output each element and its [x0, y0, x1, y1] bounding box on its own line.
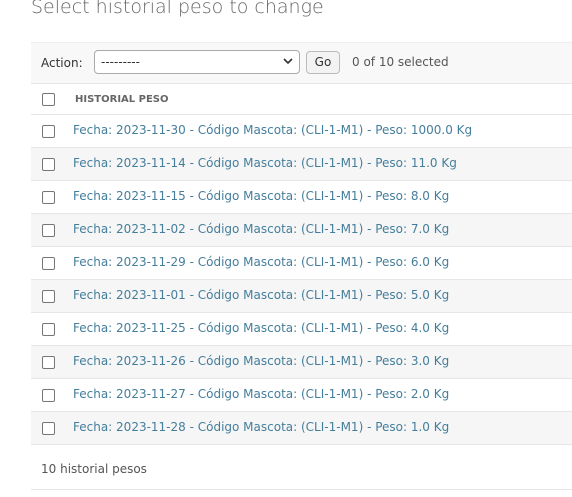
- page-title: Select historial peso to change: [31, 0, 324, 18]
- chevron-down-icon: [283, 58, 293, 65]
- table-row: Fecha: 2023-11-27 - Código Mascota: (CLI…: [31, 379, 572, 412]
- table-row: Fecha: 2023-11-14 - Código Mascota: (CLI…: [31, 148, 572, 181]
- row-link[interactable]: Fecha: 2023-11-02 - Código Mascota: (CLI…: [73, 222, 449, 236]
- table-row: Fecha: 2023-11-30 - Código Mascota: (CLI…: [31, 115, 572, 148]
- row-checkbox[interactable]: [42, 389, 55, 402]
- action-select[interactable]: ---------: [94, 50, 300, 74]
- table-row: Fecha: 2023-11-25 - Código Mascota: (CLI…: [31, 313, 572, 346]
- action-label: Action:: [41, 56, 83, 70]
- table-row: Fecha: 2023-11-02 - Código Mascota: (CLI…: [31, 214, 572, 247]
- changelist-page: Select historial peso to change Action: …: [0, 0, 572, 497]
- row-checkbox[interactable]: [42, 224, 55, 237]
- row-checkbox[interactable]: [42, 422, 55, 435]
- row-link[interactable]: Fecha: 2023-11-01 - Código Mascota: (CLI…: [73, 288, 449, 302]
- table-row: Fecha: 2023-11-28 - Código Mascota: (CLI…: [31, 412, 572, 445]
- row-link[interactable]: Fecha: 2023-11-25 - Código Mascota: (CLI…: [73, 321, 449, 335]
- table-row: Fecha: 2023-11-26 - Código Mascota: (CLI…: [31, 346, 572, 379]
- table-row: Fecha: 2023-11-29 - Código Mascota: (CLI…: [31, 247, 572, 280]
- row-checkbox[interactable]: [42, 191, 55, 204]
- actions-bar: Action: --------- Go 0 of 10 selected: [31, 42, 572, 83]
- selected-count: 0 of 10 selected: [352, 55, 449, 69]
- row-checkbox[interactable]: [42, 158, 55, 171]
- action-select-value: ---------: [101, 55, 140, 69]
- column-header-historial-peso[interactable]: HISTORIAL PESO: [75, 94, 169, 105]
- row-link[interactable]: Fecha: 2023-11-30 - Código Mascota: (CLI…: [73, 123, 472, 137]
- row-link[interactable]: Fecha: 2023-11-29 - Código Mascota: (CLI…: [73, 255, 449, 269]
- row-link[interactable]: Fecha: 2023-11-27 - Código Mascota: (CLI…: [73, 387, 449, 401]
- row-checkbox[interactable]: [42, 323, 55, 336]
- table-header: HISTORIAL PESO: [31, 83, 572, 115]
- row-checkbox[interactable]: [42, 257, 55, 270]
- go-button[interactable]: Go: [306, 51, 340, 74]
- paginator: 10 historial pesos: [31, 446, 572, 490]
- row-checkbox[interactable]: [42, 290, 55, 303]
- table-row: Fecha: 2023-11-01 - Código Mascota: (CLI…: [31, 280, 572, 313]
- results-table: HISTORIAL PESO Fecha: 2023-11-30 - Códig…: [31, 83, 572, 445]
- row-checkbox[interactable]: [42, 356, 55, 369]
- row-link[interactable]: Fecha: 2023-11-14 - Código Mascota: (CLI…: [73, 156, 457, 170]
- result-count: 10 historial pesos: [41, 462, 147, 476]
- row-link[interactable]: Fecha: 2023-11-26 - Código Mascota: (CLI…: [73, 354, 449, 368]
- row-link[interactable]: Fecha: 2023-11-28 - Código Mascota: (CLI…: [73, 420, 449, 434]
- row-checkbox[interactable]: [42, 125, 55, 138]
- table-row: Fecha: 2023-11-15 - Código Mascota: (CLI…: [31, 181, 572, 214]
- select-all-checkbox[interactable]: [42, 93, 55, 106]
- row-link[interactable]: Fecha: 2023-11-15 - Código Mascota: (CLI…: [73, 189, 449, 203]
